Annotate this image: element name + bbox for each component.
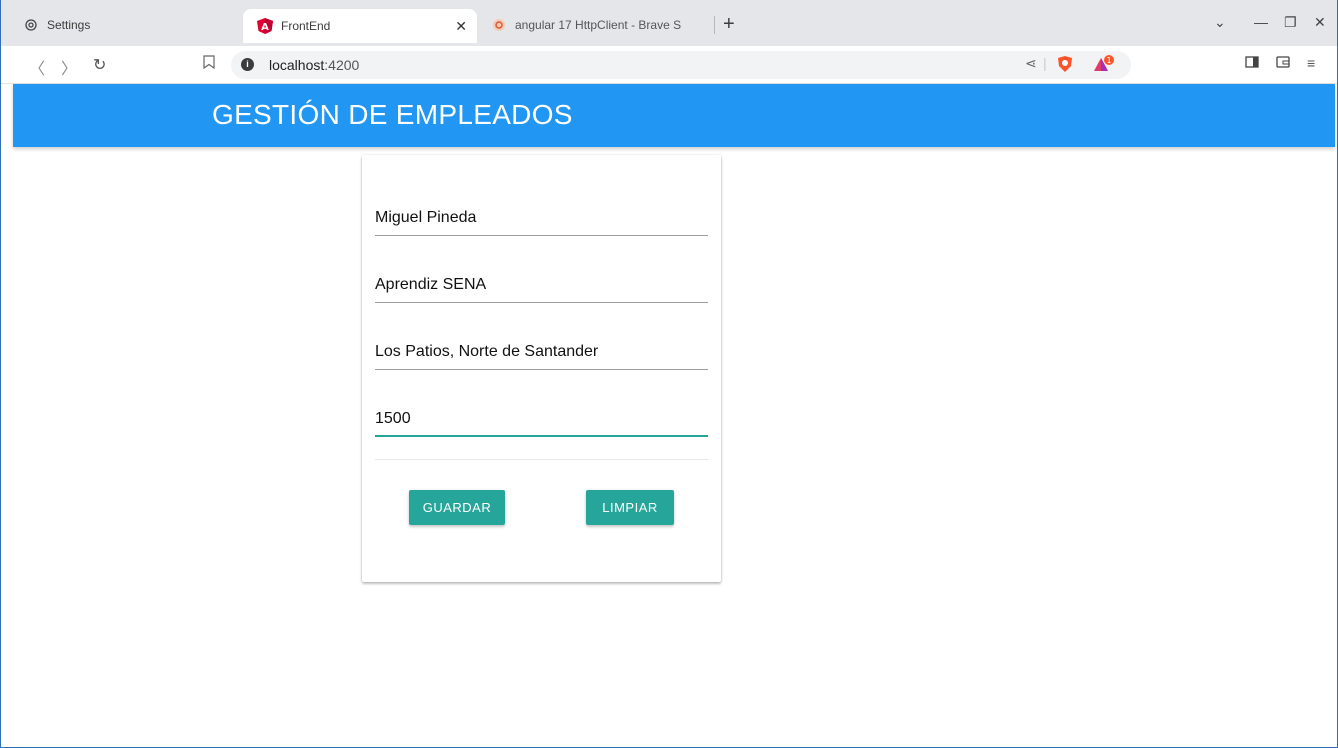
employee-form-card: GUARDAR LIMPIAR (362, 155, 721, 582)
svg-text:A: A (261, 22, 269, 33)
menu-icon[interactable]: ≡ (1307, 55, 1315, 71)
forward-icon[interactable]: 〉 (61, 55, 77, 79)
save-button[interactable]: GUARDAR (409, 490, 505, 525)
back-icon[interactable]: 〈 (29, 55, 45, 79)
cargo-field-wrapper (375, 273, 708, 303)
cargo-field[interactable] (375, 273, 708, 294)
tab-label: FrontEnd (281, 19, 331, 33)
restore-icon[interactable]: ❐ (1284, 14, 1297, 31)
angular-logo-icon: A (257, 18, 273, 34)
tab-strip: Settings A FrontEnd ✕ angular 17 HttpCli… (1, 0, 1337, 46)
site-info-icon[interactable]: i (241, 58, 254, 71)
app-header: GESTIÓN DE EMPLEADOS (13, 84, 1335, 147)
salario-field-wrapper (375, 407, 708, 437)
brave-shields-icon[interactable] (1057, 55, 1073, 76)
tab-label: Settings (47, 18, 91, 32)
direccion-field[interactable] (375, 340, 708, 361)
salario-field[interactable] (375, 407, 708, 428)
gear-icon (23, 17, 39, 33)
tab-separator (714, 16, 715, 34)
address-bar[interactable]: i localhost:4200 ⋖ | 1 (231, 51, 1131, 79)
share-icon[interactable]: ⋖ (1025, 55, 1037, 72)
bookmark-icon[interactable] (203, 55, 215, 74)
omnibox-separator: | (1043, 55, 1047, 71)
new-tab-icon[interactable]: + (723, 14, 735, 34)
reload-icon[interactable]: ↻ (93, 55, 106, 75)
close-window-icon[interactable]: ✕ (1314, 14, 1326, 31)
page-title: GESTIÓN DE EMPLEADOS (212, 99, 573, 130)
tab-label: angular 17 HttpClient - Brave S (515, 18, 682, 32)
tab-frontend[interactable]: A FrontEnd ✕ (243, 9, 477, 43)
navigation-bar: 〈 〉 ↻ i localhost:4200 ⋖ | 1 ≡ (1, 46, 1337, 84)
wallet-icon[interactable] (1276, 55, 1290, 71)
nombre-field-wrapper (375, 206, 708, 236)
direccion-field-wrapper (375, 340, 708, 370)
chevron-down-icon[interactable]: ⌄ (1214, 14, 1226, 31)
brave-rewards-icon[interactable]: 1 (1093, 55, 1115, 76)
url-text: localhost:4200 (269, 57, 360, 73)
nombre-field[interactable] (375, 206, 708, 227)
browser-window: Settings A FrontEnd ✕ angular 17 HttpCli… (0, 0, 1338, 748)
brave-search-icon (491, 17, 507, 33)
sidebar-icon[interactable] (1245, 55, 1259, 71)
clear-button[interactable]: LIMPIAR (586, 490, 674, 525)
form-divider (375, 459, 708, 460)
minimize-icon[interactable]: — (1254, 14, 1268, 30)
tab-settings[interactable]: Settings (23, 9, 243, 41)
svg-text:1: 1 (1106, 56, 1111, 65)
close-icon[interactable]: ✕ (455, 18, 467, 35)
tab-angular-search[interactable]: angular 17 HttpClient - Brave S (491, 9, 711, 41)
